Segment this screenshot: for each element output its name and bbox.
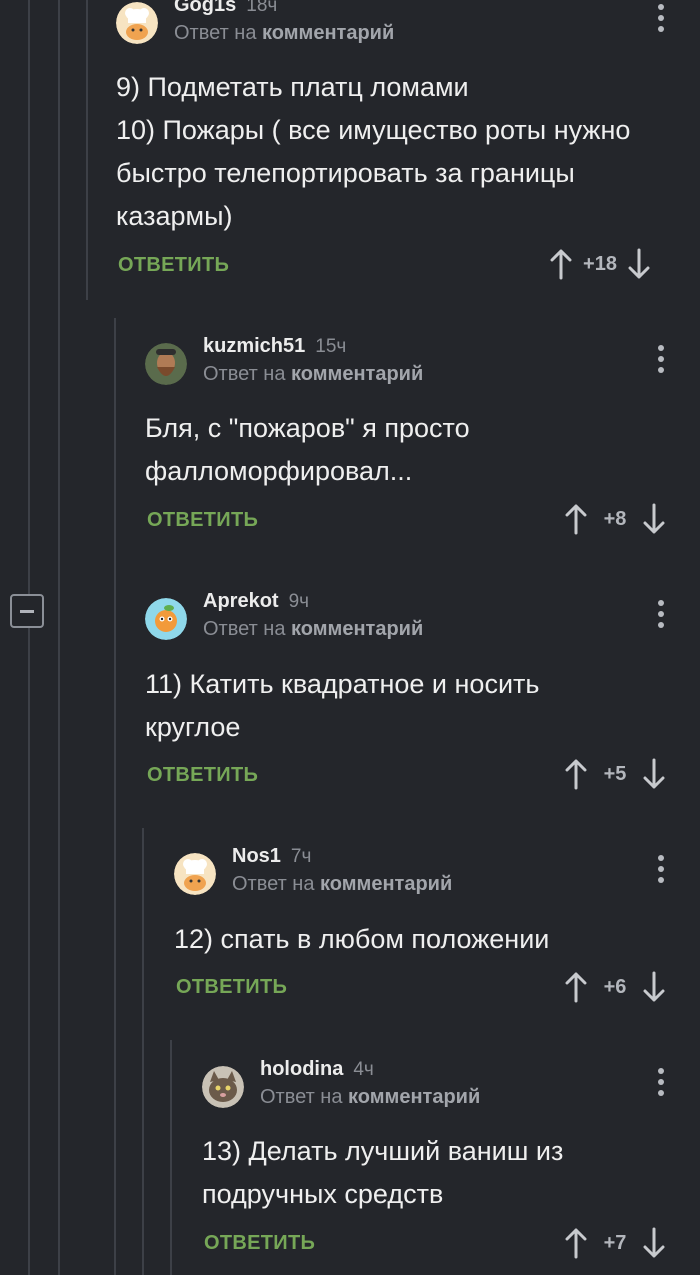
more-options-icon[interactable]	[658, 1068, 664, 1096]
comment-text: 13) Делать лучший ваниш из подручных сре…	[202, 1136, 564, 1209]
vote-score: +8	[603, 507, 627, 530]
comment-text: 12) спать в любом положении	[174, 924, 550, 954]
thread-line	[114, 318, 116, 1275]
reply-to-link[interactable]: комментарий	[291, 363, 423, 385]
reply-to: Ответ на комментарий	[203, 363, 424, 385]
reply-button[interactable]: ОТВЕТИТЬ	[147, 509, 258, 532]
avatar[interactable]	[116, 2, 158, 44]
username[interactable]: Nos1 7ч	[232, 845, 311, 868]
comment-text: 9) Подметать платц ломами 10) Пожары ( в…	[116, 72, 631, 231]
upvote-arrow-icon[interactable]	[550, 248, 572, 280]
minus-icon	[20, 609, 34, 613]
thread-line	[28, 628, 30, 1275]
more-options-icon[interactable]	[658, 4, 664, 32]
reply-to-link[interactable]: комментарий	[320, 873, 452, 895]
username[interactable]: kuzmich51 15ч	[203, 335, 346, 358]
thread-line	[58, 0, 60, 1275]
more-options-icon[interactable]	[658, 345, 664, 373]
bearded-man-avatar-icon	[145, 343, 187, 385]
chef-cat-avatar-icon	[116, 2, 158, 44]
upvote-arrow-icon[interactable]	[565, 758, 587, 790]
cat-photo-avatar-icon	[202, 1066, 244, 1108]
thread-line	[170, 1040, 172, 1275]
thread-line	[86, 0, 88, 300]
comment: Gog1s 18ч Ответ на комментарий 9) Подмета…	[116, 0, 686, 285]
vote-controls: +7	[565, 1225, 665, 1261]
reply-button[interactable]: ОТВЕТИТЬ	[118, 254, 229, 277]
reply-button[interactable]: ОТВЕТИТЬ	[176, 976, 287, 999]
reply-to-link[interactable]: комментарий	[262, 22, 394, 44]
apricot-avatar-icon	[145, 598, 187, 640]
vote-score: +6	[603, 975, 627, 998]
vote-score: +5	[603, 762, 627, 785]
avatar[interactable]	[174, 853, 216, 895]
comment: kuzmich51 15ч Ответ на комментарий Бля, с…	[145, 335, 685, 541]
timestamp: 9ч	[288, 591, 310, 612]
reply-to-link[interactable]: комментарий	[348, 1086, 480, 1108]
timestamp: 4ч	[353, 1059, 374, 1080]
vote-controls: +5	[565, 756, 665, 792]
timestamp: 18ч	[246, 0, 278, 16]
thread-line	[142, 828, 144, 1275]
vote-controls: +6	[565, 969, 665, 1005]
comment: Nos1 7ч Ответ на комментарий 12) спать в …	[174, 845, 685, 1011]
comment: holodina 4ч Ответ на комментарий 13) Дела…	[202, 1058, 685, 1264]
reply-button[interactable]: ОТВЕТИТЬ	[204, 1232, 315, 1255]
avatar[interactable]	[145, 598, 187, 640]
more-options-icon[interactable]	[658, 600, 664, 628]
chef-cat-avatar-icon	[174, 853, 216, 895]
timestamp: 7ч	[290, 846, 312, 867]
thread-line	[28, 0, 30, 594]
upvote-arrow-icon[interactable]	[565, 971, 587, 1003]
timestamp: 15ч	[315, 336, 347, 357]
upvote-arrow-icon[interactable]	[565, 1227, 587, 1259]
avatar[interactable]	[145, 343, 187, 385]
reply-to: Ответ на комментарий	[174, 22, 395, 44]
downvote-arrow-icon[interactable]	[643, 1227, 665, 1259]
upvote-arrow-icon[interactable]	[565, 503, 587, 535]
reply-to: Ответ на комментарий	[260, 1086, 481, 1108]
reply-to-link[interactable]: комментарий	[291, 618, 423, 640]
username[interactable]: Gog1s 18ч	[174, 0, 277, 17]
downvote-arrow-icon[interactable]	[643, 758, 665, 790]
reply-to: Ответ на комментарий	[203, 618, 424, 640]
vote-score: +18	[583, 252, 617, 275]
username[interactable]: Aprekot 9ч	[203, 590, 309, 613]
downvote-arrow-icon[interactable]	[628, 248, 650, 280]
vote-controls: +8	[565, 501, 665, 537]
vote-score: +7	[603, 1231, 627, 1254]
comment: Aprekot 9ч Ответ на комментарий 11) Катит…	[145, 590, 685, 796]
avatar[interactable]	[202, 1066, 244, 1108]
reply-to: Ответ на комментарий	[232, 873, 453, 895]
downvote-arrow-icon[interactable]	[643, 503, 665, 535]
comment-text: Бля, с "пожаров" я просто фалломорфирова…	[145, 413, 470, 486]
downvote-arrow-icon[interactable]	[643, 971, 665, 1003]
collapse-thread-button[interactable]	[10, 594, 44, 628]
username[interactable]: holodina 4ч	[260, 1058, 374, 1081]
vote-controls: +18	[550, 246, 650, 282]
reply-button[interactable]: ОТВЕТИТЬ	[147, 764, 258, 787]
more-options-icon[interactable]	[658, 855, 664, 883]
comment-text: 11) Катить квадратное и носить круглое	[145, 669, 540, 742]
